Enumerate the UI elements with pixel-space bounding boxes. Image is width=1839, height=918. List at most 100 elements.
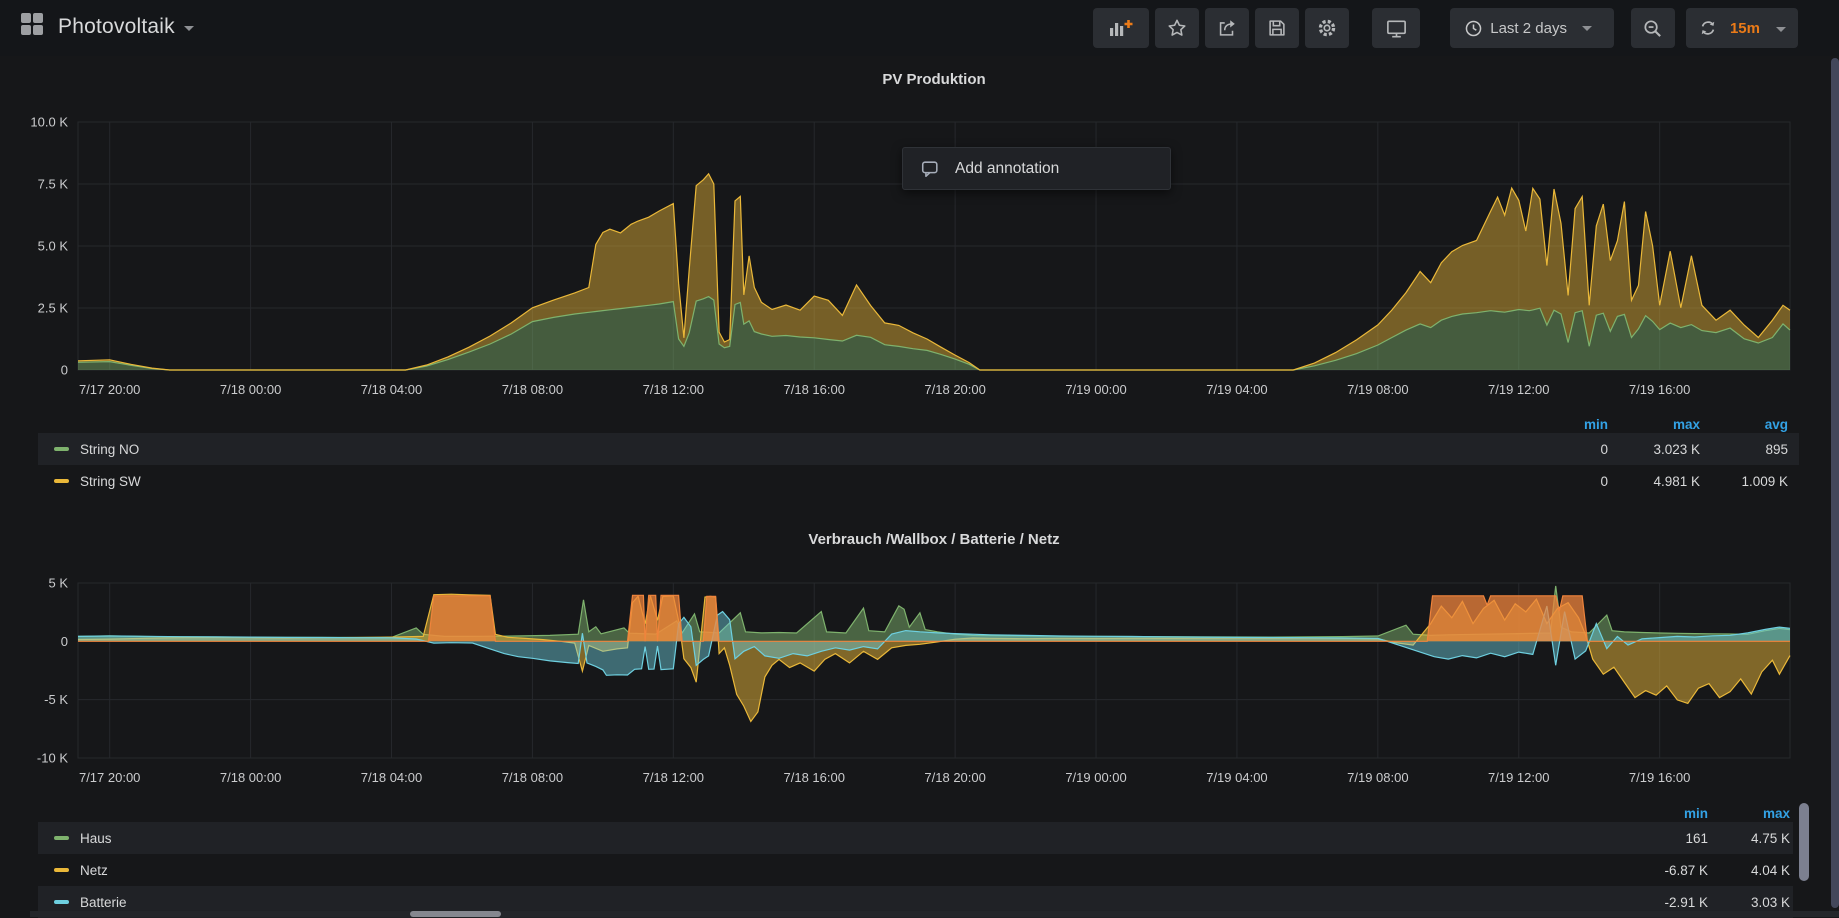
series-color-swatch-icon[interactable]: [54, 868, 69, 872]
legend-row-string-sw: String SW04.981 K1.009 K: [38, 465, 1799, 497]
svg-text:7.5 K: 7.5 K: [38, 177, 69, 192]
settings-button[interactable]: [1305, 8, 1349, 48]
refresh-interval-label[interactable]: 15m: [1730, 20, 1760, 37]
legend-value-max: 4.981 K: [1608, 474, 1700, 489]
series-label: String SW: [80, 474, 141, 489]
legend-value-max: 4.75 K: [1708, 831, 1790, 846]
zoom-out-button[interactable]: [1631, 8, 1675, 48]
chevron-down-icon: [184, 26, 194, 31]
legend-series-toggle[interactable]: Batterie: [38, 895, 1613, 910]
svg-text:7/18 12:00: 7/18 12:00: [643, 382, 704, 397]
svg-text:7/18 00:00: 7/18 00:00: [220, 770, 281, 785]
svg-text:7/18 08:00: 7/18 08:00: [502, 770, 563, 785]
svg-text:7/19 04:00: 7/19 04:00: [1206, 770, 1267, 785]
legend-value-max: 3.03 K: [1708, 895, 1790, 910]
svg-text:7/19 04:00: 7/19 04:00: [1206, 382, 1267, 397]
zoom-out-icon: [1641, 17, 1664, 40]
legend-value-min: 0: [1516, 442, 1608, 457]
share-icon: [1216, 17, 1238, 39]
legend-sort-min[interactable]: min: [1613, 806, 1708, 821]
svg-text:7/19 16:00: 7/19 16:00: [1629, 770, 1690, 785]
svg-text:7/18 20:00: 7/18 20:00: [924, 382, 985, 397]
horizontal-scrollbar-track[interactable]: [30, 911, 1839, 917]
panel-title-verbrauch[interactable]: Verbrauch /Wallbox / Batterie / Netz: [78, 531, 1790, 548]
chevron-down-icon: [1582, 26, 1592, 31]
svg-text:7/19 16:00: 7/19 16:00: [1629, 382, 1690, 397]
verbrauch-legend: minmaxHaus1614.75 K Netz -6.87 K4.04 K Batt…: [38, 804, 1793, 918]
legend-row-netz: Netz -6.87 K4.04 K: [38, 854, 1793, 886]
legend-value-max: 4.04 K: [1708, 863, 1790, 878]
svg-text:5 K: 5 K: [48, 576, 68, 591]
legend-sort-max[interactable]: max: [1708, 806, 1790, 821]
clock-icon: [1464, 19, 1483, 38]
svg-text:7/19 08:00: 7/19 08:00: [1347, 770, 1408, 785]
horizontal-scrollbar-thumb[interactable]: [410, 911, 501, 917]
svg-text:7/18 16:00: 7/18 16:00: [784, 770, 845, 785]
svg-text:7/19 12:00: 7/19 12:00: [1488, 770, 1549, 785]
svg-text:10.0 K: 10.0 K: [30, 115, 68, 130]
svg-text:7/18 20:00: 7/18 20:00: [924, 770, 985, 785]
svg-text:5.0 K: 5.0 K: [38, 239, 69, 254]
svg-text:7/19 12:00: 7/19 12:00: [1488, 382, 1549, 397]
svg-text:7/18 16:00: 7/18 16:00: [784, 382, 845, 397]
save-button[interactable]: [1255, 8, 1299, 48]
svg-text:7/17 20:00: 7/17 20:00: [79, 382, 140, 397]
legend-value-max: 3.023 K: [1608, 442, 1700, 457]
svg-text:7/18 00:00: 7/18 00:00: [220, 382, 281, 397]
svg-text:7/18 08:00: 7/18 08:00: [502, 382, 563, 397]
legend-row-haus: Haus1614.75 K: [38, 822, 1793, 854]
time-range-picker[interactable]: Last 2 days: [1450, 8, 1614, 48]
navbar-actions: Last 2 days 15m: [1087, 8, 1798, 48]
svg-text:7/19 00:00: 7/19 00:00: [1065, 770, 1126, 785]
legend-sort-max[interactable]: max: [1608, 417, 1700, 432]
svg-text:-10 K: -10 K: [37, 751, 68, 766]
legend-sort-min[interactable]: min: [1516, 417, 1608, 432]
legend-value-min: -6.87 K: [1613, 863, 1708, 878]
tv-mode-button[interactable]: [1372, 8, 1420, 48]
svg-text:7/18 04:00: 7/18 04:00: [361, 770, 422, 785]
pv-produktion-chart[interactable]: 10.0 K7.5 K5.0 K2.5 K07/17 20:007/18 00:…: [0, 95, 1839, 405]
comment-bubble-icon: [920, 159, 940, 179]
legend-sort-avg[interactable]: avg: [1700, 417, 1788, 432]
svg-text:7/18 12:00: 7/18 12:00: [643, 770, 704, 785]
series-color-swatch-icon[interactable]: [54, 836, 69, 840]
star-button[interactable]: [1155, 8, 1199, 48]
add-annotation-label: Add annotation: [955, 160, 1059, 178]
legend-series-toggle[interactable]: Haus: [38, 831, 1613, 846]
star-icon: [1166, 17, 1188, 39]
verbrauch-legend-header: minmax: [38, 804, 1793, 822]
dashboard-title-dropdown[interactable]: Photovoltaik: [21, 13, 194, 41]
series-color-swatch-icon[interactable]: [54, 447, 69, 451]
series-label: String NO: [80, 442, 139, 457]
page-title: Photovoltaik: [58, 15, 175, 39]
add-panel-button[interactable]: [1093, 8, 1149, 48]
share-button[interactable]: [1205, 8, 1249, 48]
series-label: Netz: [80, 863, 108, 878]
page-scrollbar[interactable]: [1831, 58, 1839, 908]
series-color-swatch-icon[interactable]: [54, 479, 69, 483]
series-label: Haus: [80, 831, 112, 846]
series-color-swatch-icon[interactable]: [54, 900, 69, 904]
legend-row-string-no: String NO 03.023 K895: [38, 433, 1799, 465]
verbrauch-chart[interactable]: 5 K 0 -5 K -10 K 7/17 20:00 7/18 00:00 7/18 04…: [0, 555, 1839, 795]
refresh-button[interactable]: 15m: [1686, 8, 1798, 48]
legend-value-avg: 895: [1700, 442, 1788, 457]
legend-series-toggle[interactable]: String NO: [38, 442, 1516, 457]
svg-text:7/19 08:00: 7/19 08:00: [1347, 382, 1408, 397]
time-range-label: Last 2 days: [1490, 20, 1567, 37]
svg-text:-5 K: -5 K: [44, 692, 68, 707]
legend-series-toggle[interactable]: Netz: [38, 863, 1613, 878]
legend-scrollbar[interactable]: [1799, 803, 1809, 881]
panel-title-pv-produktion[interactable]: PV Produktion: [78, 71, 1790, 88]
svg-text:0: 0: [61, 634, 68, 649]
svg-text:7/17 20:00: 7/17 20:00: [79, 770, 140, 785]
save-icon: [1266, 17, 1288, 39]
dashboard-grid-icon: [21, 13, 44, 41]
svg-text:2.5 K: 2.5 K: [38, 301, 69, 316]
legend-value-avg: 1.009 K: [1700, 474, 1788, 489]
pv-legend-header: minmaxavg: [38, 415, 1799, 433]
add-panel-icon: [1108, 16, 1134, 40]
legend-series-toggle[interactable]: String SW: [38, 474, 1516, 489]
pv-produktion-legend: minmaxavg String NO 03.023 K895 String SW04…: [38, 415, 1799, 497]
add-annotation-menu-item[interactable]: Add annotation: [902, 147, 1171, 190]
